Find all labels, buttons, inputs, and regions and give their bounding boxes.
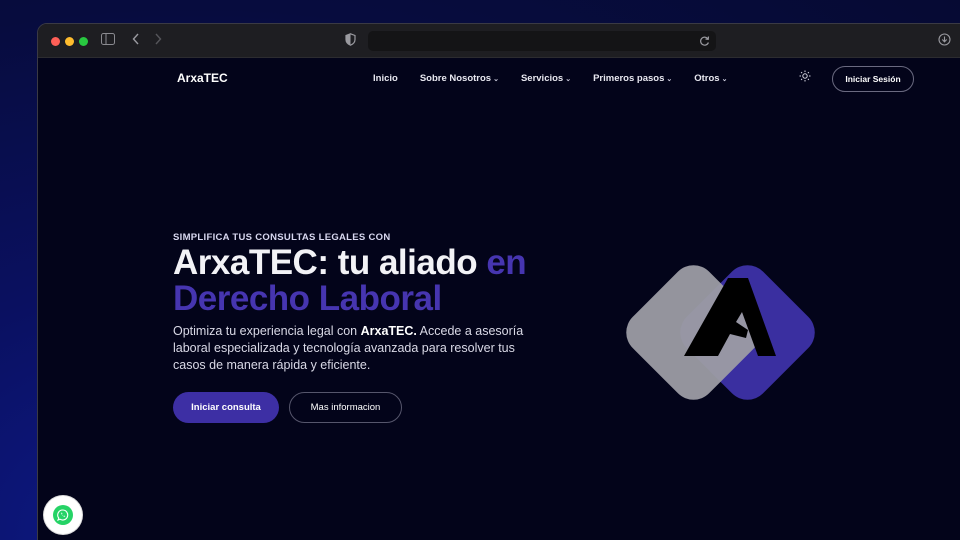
nav-item-label: Primeros pasos — [593, 73, 665, 84]
nav-item-label: Otros — [694, 73, 720, 84]
arxatec-logo-graphic — [626, 265, 815, 400]
lead-brand-bold: ArxaTEC. — [360, 324, 417, 338]
minimize-window-button[interactable] — [65, 37, 74, 46]
reload-icon[interactable] — [699, 34, 710, 52]
nav-item-primeros-pasos[interactable]: Primeros pasos ⌄ — [593, 73, 672, 84]
hero-title: ArxaTEC: tu aliado en Derecho Laboral — [173, 245, 553, 317]
hero-title-white: ArxaTEC: tu aliado — [173, 243, 487, 282]
main-menu: Inicio Sobre Nosotros ⌄ Servicios ⌄ Primer… — [373, 73, 749, 84]
maximize-window-button[interactable] — [79, 37, 88, 46]
hero-eyebrow: SIMPLIFICA TUS CONSULTAS LEGALES CON — [173, 232, 391, 243]
nav-item-label: Inicio — [373, 73, 398, 84]
hero-cta-group: Iniciar consulta Mas informacion — [173, 392, 402, 423]
whatsapp-icon — [53, 505, 73, 525]
nav-item-label: Sobre Nosotros — [419, 73, 492, 84]
address-bar[interactable] — [368, 31, 716, 51]
nav-item-sobre-nosotros[interactable]: Sobre Nosotros ⌄ — [420, 73, 499, 84]
nav-item-otros[interactable]: Otros ⌄ — [694, 73, 727, 84]
hero-title-purple-1: en — [486, 243, 527, 282]
login-button[interactable]: Iniciar Sesión — [832, 66, 914, 92]
nav-item-inicio[interactable]: Inicio — [373, 73, 398, 84]
back-icon[interactable] — [132, 33, 140, 49]
whatsapp-button[interactable] — [44, 496, 82, 534]
hero-description: Optimiza tu experiencia legal con ArxaTE… — [173, 323, 533, 374]
nav-item-label: Servicios — [520, 73, 564, 84]
chevron-down-icon: ⌄ — [721, 76, 728, 83]
close-window-button[interactable] — [51, 37, 60, 46]
hero-section: SIMPLIFICA TUS CONSULTAS LEGALES CON Arx… — [173, 232, 553, 423]
browser-window: ArxaTEC Inicio Sobre Nosotros ⌄ Servicios… — [37, 23, 960, 540]
browser-titlebar — [38, 24, 960, 58]
hero-title-purple-2: Derecho Laboral — [173, 279, 442, 318]
chevron-down-icon: ⌄ — [565, 76, 572, 83]
more-info-button[interactable]: Mas informacion — [289, 392, 402, 423]
nav-item-servicios[interactable]: Servicios ⌄ — [521, 73, 571, 84]
forward-icon[interactable] — [154, 33, 162, 49]
lead-text-start: Optimiza tu experiencia legal con — [173, 324, 361, 338]
sun-icon[interactable] — [799, 70, 811, 85]
sidebar-icon[interactable] — [101, 33, 115, 49]
start-consultation-button[interactable]: Iniciar consulta — [173, 392, 279, 423]
chevron-down-icon: ⌄ — [493, 76, 499, 83]
brand-logo-text[interactable]: ArxaTEC — [177, 71, 228, 85]
site-navbar: ArxaTEC Inicio Sobre Nosotros ⌄ Servicios… — [38, 58, 960, 102]
chevron-down-icon: ⌄ — [666, 76, 673, 83]
download-icon[interactable] — [938, 33, 951, 50]
shield-icon[interactable] — [345, 33, 356, 50]
